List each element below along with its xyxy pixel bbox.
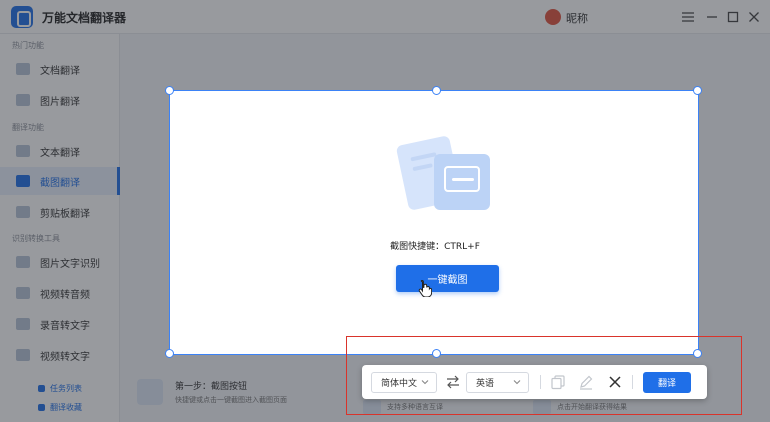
swap-languages-icon[interactable]	[446, 374, 460, 390]
copy-icon[interactable]	[550, 374, 566, 390]
translate-button[interactable]: 翻译	[643, 372, 691, 393]
resize-handle-n[interactable]	[432, 86, 441, 95]
capture-shortcut-hint: 截图快捷键：CTRL+F	[390, 242, 480, 252]
capture-selection[interactable]: 截图快捷键：CTRL+F 一键截图	[165, 86, 702, 358]
resize-handle-sw[interactable]	[165, 349, 174, 358]
target-language-value: 英语	[476, 379, 495, 389]
resize-handle-nw[interactable]	[165, 86, 174, 95]
chevron-down-icon	[513, 380, 521, 385]
screenshot-illustration	[395, 135, 494, 214]
screenshot-translate-toolbar: 简体中文 英语 翻译	[362, 365, 707, 399]
source-language-select[interactable]: 简体中文	[371, 372, 437, 393]
image-document-graphic	[434, 154, 490, 210]
hand-cursor-icon	[418, 279, 432, 297]
toolbar-divider	[632, 375, 633, 389]
chevron-down-icon	[421, 380, 429, 385]
resize-handle-ne[interactable]	[693, 86, 702, 95]
toolbar-divider	[540, 375, 541, 389]
target-language-select[interactable]: 英语	[466, 372, 529, 393]
source-language-value: 简体中文	[381, 379, 418, 389]
edit-icon[interactable]	[578, 374, 594, 390]
one-click-capture-button[interactable]: 一键截图	[396, 265, 499, 292]
close-icon[interactable]	[607, 374, 623, 390]
